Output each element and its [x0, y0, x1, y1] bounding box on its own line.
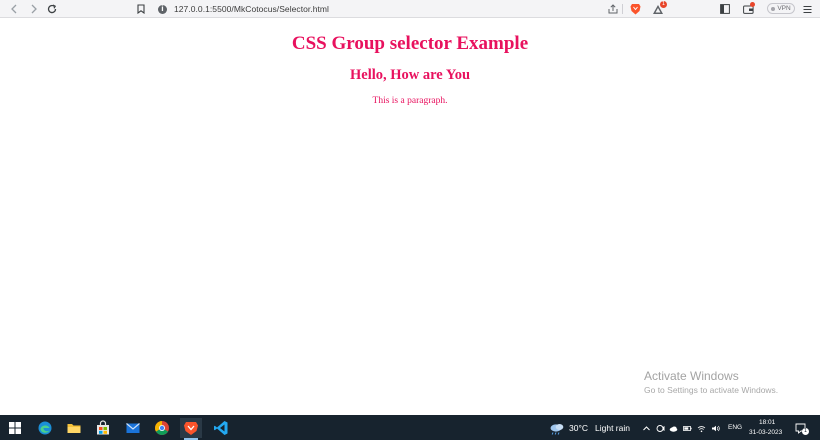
- windows-logo-icon: [9, 422, 21, 434]
- meet-now-icon: [656, 424, 664, 432]
- vpn-button[interactable]: VPN: [767, 3, 795, 14]
- forward-button[interactable]: [27, 2, 41, 16]
- chevron-up-icon: [642, 425, 650, 430]
- weather-temperature: 30°C: [569, 423, 588, 433]
- cloud-icon: [669, 426, 677, 432]
- hamburger-menu-icon: [803, 5, 811, 13]
- language-indicator[interactable]: ENG: [728, 424, 742, 431]
- taskbar-edge[interactable]: [34, 418, 56, 438]
- wallet-button[interactable]: [741, 2, 755, 16]
- start-button[interactable]: [4, 418, 26, 438]
- notification-count: 1: [802, 428, 809, 435]
- clock-date[interactable]: 31-03-2023: [749, 429, 782, 436]
- share-button[interactable]: [607, 2, 619, 16]
- tray-overflow-button[interactable]: [641, 422, 651, 434]
- tray-onedrive[interactable]: [668, 422, 678, 434]
- toolbar-separator: [622, 4, 623, 14]
- page-heading: CSS Group selector Example: [291, 33, 529, 54]
- brave-lion-icon: [630, 4, 640, 15]
- browser-toolbar: i 127.0.0.1:5500/MkCotocus/Selector.html…: [0, 0, 820, 18]
- activate-windows-watermark: Activate Windows Go to Settings to activ…: [644, 369, 778, 395]
- forward-arrow-icon: [31, 4, 37, 14]
- taskbar-vscode[interactable]: [210, 418, 232, 438]
- tray-volume[interactable]: [710, 422, 720, 434]
- sidebar-icon: [720, 4, 730, 14]
- url-text[interactable]: 127.0.0.1:5500/MkCotocus/Selector.html: [174, 4, 329, 14]
- reload-button[interactable]: [45, 2, 59, 16]
- rain-cloud-icon: [550, 423, 564, 435]
- bookmark-button[interactable]: [135, 2, 147, 16]
- windows-taskbar: 30°C Light rain ENG 18:01 31-03-2023 1: [0, 415, 820, 440]
- tray-meet-now[interactable]: [655, 422, 665, 434]
- store-bag-icon: [97, 420, 109, 435]
- taskbar-file-explorer[interactable]: [63, 418, 85, 438]
- vpn-status-dot: [771, 6, 776, 11]
- rewards-badge: 1: [660, 1, 667, 8]
- brave-icon: [184, 422, 198, 435]
- page-subheading: Hello, How are You: [349, 67, 471, 83]
- notification-center-button[interactable]: 1: [795, 421, 809, 435]
- wallet-notification-dot: [750, 2, 755, 7]
- watermark-title: Activate Windows: [644, 369, 739, 383]
- clock-time[interactable]: 18:01: [759, 419, 775, 426]
- brave-rewards-button[interactable]: 1: [650, 1, 667, 16]
- folder-icon: [67, 424, 81, 433]
- weather-widget[interactable]: 30°C Light rain: [549, 420, 630, 436]
- vscode-icon: [214, 421, 228, 435]
- tray-battery[interactable]: [682, 422, 692, 434]
- main-menu-button[interactable]: [801, 2, 813, 16]
- bookmark-icon: [137, 4, 145, 14]
- taskbar-chrome[interactable]: [151, 418, 173, 438]
- vpn-label: VPN: [777, 5, 791, 12]
- back-button[interactable]: [7, 2, 21, 16]
- brave-shields-button[interactable]: [628, 2, 642, 16]
- page-paragraph: This is a paragraph.: [372, 96, 448, 106]
- back-arrow-icon: [11, 4, 17, 14]
- speaker-icon: [711, 425, 720, 431]
- sidebar-toggle-button[interactable]: [719, 2, 731, 16]
- taskbar-mail[interactable]: [122, 418, 144, 438]
- page-content: CSS Group selector Example Hello, How ar…: [0, 19, 820, 415]
- share-icon: [608, 4, 618, 14]
- edge-icon: [38, 421, 52, 435]
- taskbar-brave[interactable]: [180, 418, 202, 440]
- address-bar[interactable]: i 127.0.0.1:5500/MkCotocus/Selector.html: [152, 1, 600, 17]
- wifi-icon: [697, 425, 705, 432]
- tray-network[interactable]: [696, 422, 706, 434]
- watermark-subtitle: Go to Settings to activate Windows.: [644, 385, 779, 395]
- battery-icon: [682, 425, 692, 431]
- site-info-icon[interactable]: i: [158, 4, 167, 14]
- reload-icon: [47, 4, 57, 14]
- weather-condition: Light rain: [595, 423, 630, 433]
- chrome-icon: [155, 421, 169, 435]
- taskbar-store[interactable]: [92, 418, 114, 438]
- mail-icon: [126, 423, 140, 433]
